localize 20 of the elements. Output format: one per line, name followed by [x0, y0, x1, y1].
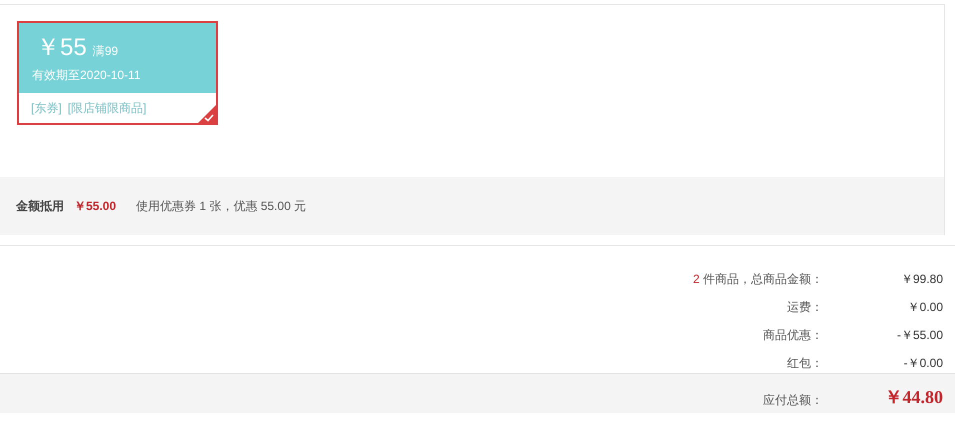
total-value: ￥99.80: [900, 271, 943, 288]
discount-amount: ￥55.00: [74, 198, 116, 214]
coupon-tag: [东券]: [31, 100, 62, 117]
total-label: 2 件商品，总商品金额：: [692, 271, 823, 288]
total-value: -￥55.00: [896, 327, 943, 344]
coupon-tag: [限店铺限商品]: [68, 100, 146, 117]
coupon-amount: ￥55: [36, 34, 87, 61]
check-corner-icon: [198, 105, 216, 123]
coupon-validity: 有效期至2020-10-11: [32, 67, 142, 84]
coupon-card[interactable]: ￥55 满99 有效期至2020-10-11 [东券] [限店铺限商品]: [17, 21, 218, 125]
discount-label: 金额抵用: [16, 198, 64, 214]
grand-total-label: 应付总额：: [763, 392, 823, 409]
total-label: 运费：: [786, 299, 823, 316]
grand-total-value: ￥44.80: [884, 386, 943, 409]
total-label: 红包：: [786, 355, 823, 372]
total-value: ￥0.00: [906, 299, 943, 316]
total-label: 商品优惠：: [762, 327, 823, 344]
coupon-condition: 满99: [92, 44, 118, 58]
total-value: -￥0.00: [902, 355, 943, 372]
discount-summary: 使用优惠券 1 张，优惠 55.00 元: [136, 198, 306, 214]
